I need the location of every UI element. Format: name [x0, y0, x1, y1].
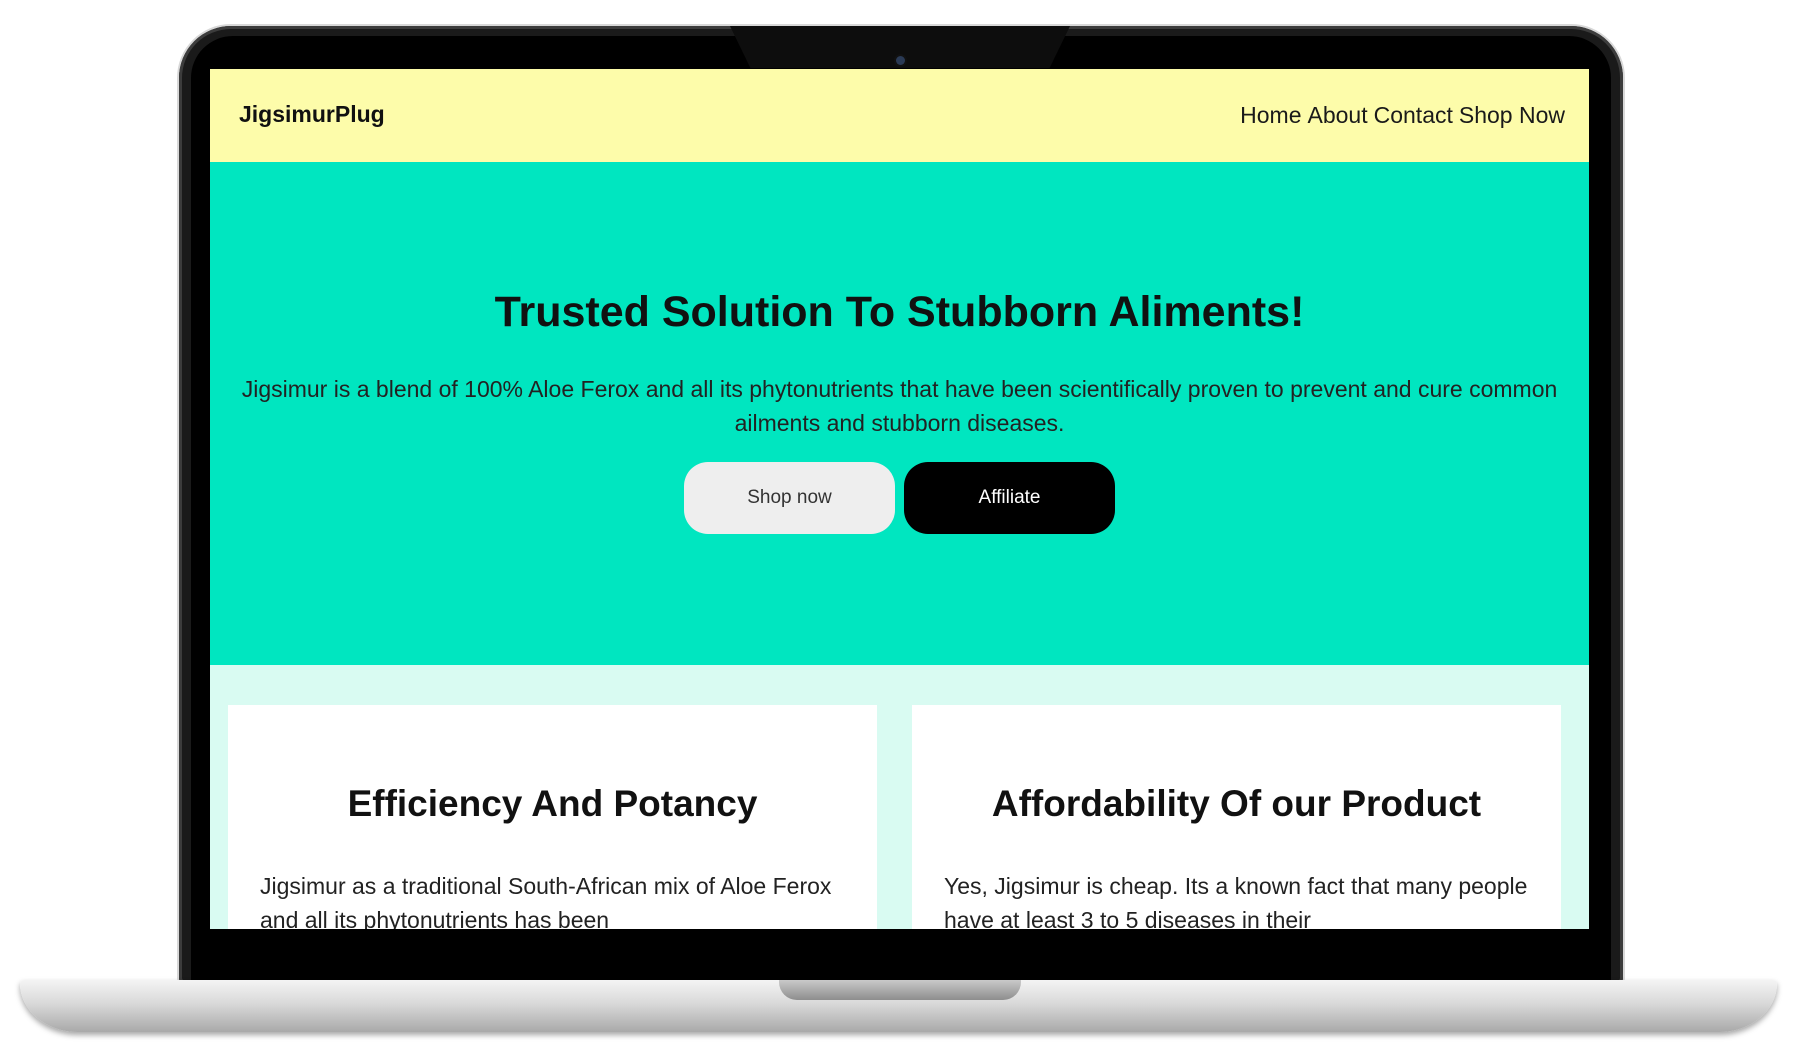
browser-screen: JigsimurPlug Home About Contact Shop Now… — [210, 69, 1589, 929]
feature-card-text: Yes, Jigsimur is cheap. Its a known fact… — [944, 873, 1528, 929]
affiliate-button[interactable]: Affiliate — [904, 462, 1115, 534]
brand-logo[interactable]: JigsimurPlug — [239, 101, 385, 128]
shop-now-button[interactable]: Shop now — [684, 462, 895, 534]
laptop-mockup: JigsimurPlug Home About Contact Shop Now… — [0, 0, 1797, 1063]
hero-section: Trusted Solution To Stubborn Aliments! J… — [210, 162, 1589, 665]
feature-card-affordability: Affordability Of our Product Yes, Jigsim… — [912, 705, 1561, 929]
nav-link-contact[interactable]: Contact — [1374, 102, 1453, 129]
feature-card-title: Affordability Of our Product — [991, 783, 1482, 824]
hero-title: Trusted Solution To Stubborn Aliments! — [494, 288, 1305, 336]
hero-description: Jigsimur is a blend of 100% Aloe Ferox a… — [241, 376, 1558, 436]
nav-link-about[interactable]: About — [1308, 102, 1368, 129]
navbar: JigsimurPlug Home About Contact Shop Now — [210, 69, 1589, 162]
feature-card-efficiency: Efficiency And Potancy Jigsimur as a tra… — [228, 705, 877, 929]
feature-card-text: Jigsimur as a traditional South-African … — [260, 873, 832, 929]
nav-link-shop-now[interactable]: Shop Now — [1459, 102, 1565, 129]
webcam-icon — [896, 56, 905, 65]
feature-card-title: Efficiency And Potancy — [347, 783, 758, 824]
laptop-hinge-lip — [779, 980, 1021, 1000]
nav-links: Home About Contact Shop Now — [1240, 102, 1565, 129]
nav-link-home[interactable]: Home — [1240, 102, 1301, 129]
